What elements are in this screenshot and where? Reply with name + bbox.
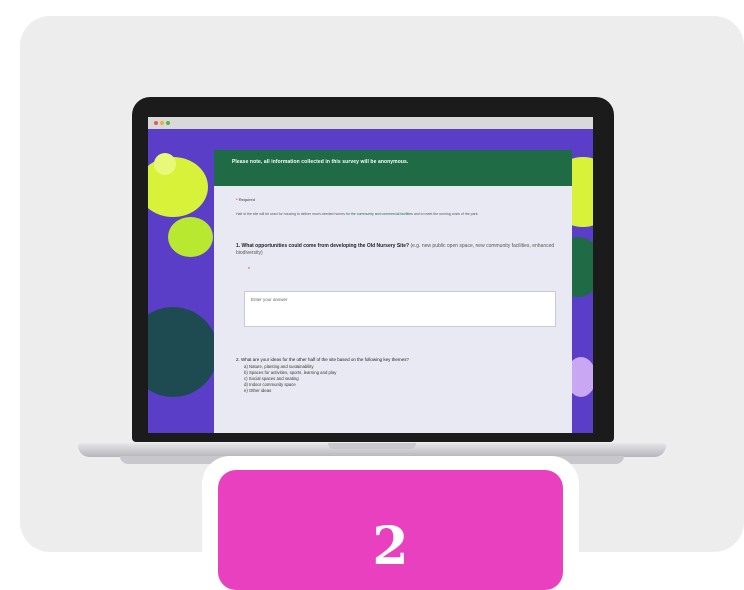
question-2-text: 2. What are your ideas for the other hal…	[236, 357, 409, 362]
decor-blob	[168, 217, 213, 257]
answer-placeholder: Enter your answer	[251, 297, 288, 302]
form-header: Please note, all information collected i…	[214, 150, 572, 186]
decor-blob	[148, 307, 218, 397]
close-dot-icon[interactable]	[154, 121, 158, 125]
required-label: Required	[238, 197, 255, 202]
browser-chrome	[148, 117, 593, 129]
question-2-item: c) Social spaces and seating	[244, 376, 299, 381]
intro-text-b: and to meet the running costs of the par…	[413, 212, 479, 216]
intro-text-a: Half of the site will be used for housin…	[236, 212, 345, 216]
required-note: * Required	[236, 197, 255, 202]
required-marker: *	[236, 197, 238, 202]
question-2-item: a) Nature, planting and sustainability	[244, 364, 314, 369]
laptop-screen: Please note, all information collected i…	[148, 117, 593, 433]
question-2-item: b) Spaces for activities, sports, learni…	[244, 370, 337, 375]
question-2-item: d) Indoor community space	[244, 382, 296, 387]
header-text: Please note, all information collected i…	[232, 159, 409, 165]
intro-text: Half of the site will be used for housin…	[236, 212, 556, 217]
required-star: *	[248, 267, 250, 273]
step-badge: 2	[218, 470, 563, 590]
question-1: 1. What opportunities could come from de…	[236, 243, 556, 257]
question-1-text: 1. What opportunities could come from de…	[236, 243, 410, 249]
maximize-dot-icon[interactable]	[166, 121, 170, 125]
minimize-dot-icon[interactable]	[160, 121, 164, 125]
question-2-item: e) Other ideas	[244, 388, 272, 393]
intro-highlight: for the community and commercial facilit…	[345, 212, 413, 216]
decor-blob	[154, 153, 176, 175]
laptop-notch	[328, 443, 416, 449]
answer-input[interactable]: Enter your answer	[244, 291, 556, 327]
